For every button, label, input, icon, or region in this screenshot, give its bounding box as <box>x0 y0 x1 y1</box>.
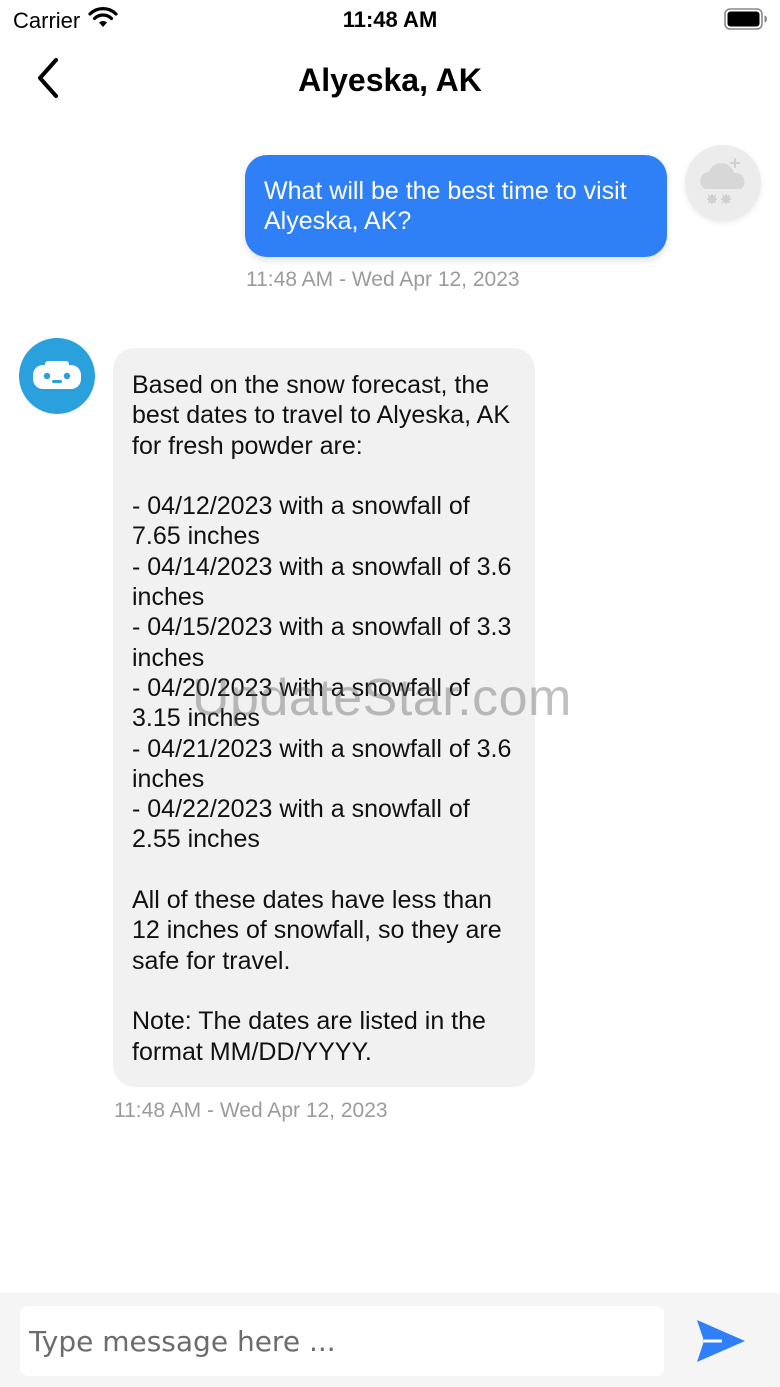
status-time: 11:48 AM <box>342 7 438 32</box>
message-timestamp: 11:48 AM - Wed Apr 12, 2023 <box>114 1099 388 1122</box>
send-icon <box>697 1320 745 1362</box>
bot-avatar <box>19 338 95 414</box>
navigation-bar: Alyeska, AK <box>0 40 780 120</box>
snow-cloud-icon <box>700 158 745 204</box>
message-input[interactable] <box>20 1306 664 1376</box>
robot-icon <box>33 361 81 389</box>
send-button[interactable] <box>694 1314 748 1368</box>
user-avatar <box>685 145 761 221</box>
watermark: UpdateStar.com <box>192 669 572 727</box>
message-timestamp: 11:48 AM - Wed Apr 12, 2023 <box>246 268 520 291</box>
message-composer <box>0 1293 780 1387</box>
user-message-bubble: What will be the best time to visit Alye… <box>245 155 667 257</box>
status-bar: Carrier 11:48 AM <box>0 0 780 40</box>
battery-icon <box>724 8 768 30</box>
page-title: Alyeska, AK <box>298 62 482 98</box>
